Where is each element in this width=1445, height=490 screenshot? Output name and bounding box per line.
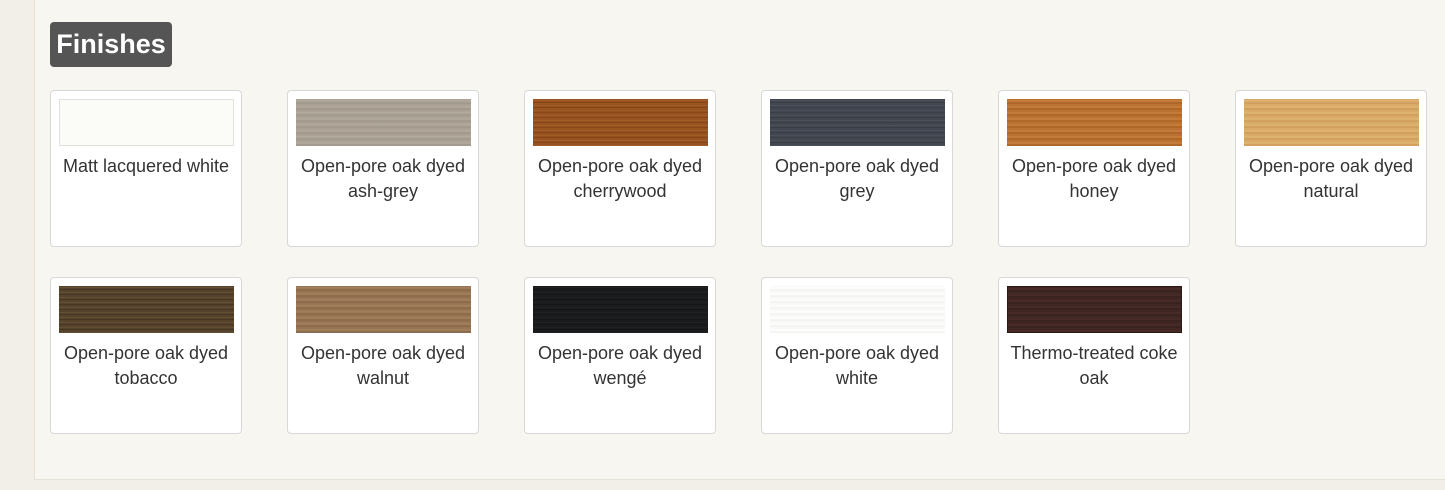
finish-swatch: [1007, 99, 1182, 146]
finish-label: Thermo-treated coke oak: [1010, 343, 1178, 388]
finish-label: Open-pore oak dyed natural: [1248, 156, 1414, 201]
finish-label: Open-pore oak dyed ash-grey: [300, 156, 466, 201]
finish-swatch: [59, 286, 234, 333]
finish-label: Open-pore oak dyed walnut: [300, 343, 466, 388]
finish-card-honey[interactable]: Open-pore oak dyed honey: [998, 90, 1190, 247]
finish-card-ash-grey[interactable]: Open-pore oak dyed ash-grey: [287, 90, 479, 247]
finish-label: Open-pore oak dyed cherrywood: [537, 156, 703, 201]
finish-card-walnut[interactable]: Open-pore oak dyed walnut: [287, 277, 479, 434]
finish-label: Open-pore oak dyed grey: [774, 156, 940, 201]
finish-card-cherrywood[interactable]: Open-pore oak dyed cherrywood: [524, 90, 716, 247]
finish-label: Open-pore oak dyed wengé: [537, 343, 703, 388]
finish-swatch: [770, 99, 945, 146]
finish-card-wenge[interactable]: Open-pore oak dyed wengé: [524, 277, 716, 434]
finishes-grid: Matt lacquered white Open-pore oak dyed …: [50, 90, 1427, 434]
finish-label: Open-pore oak dyed honey: [1011, 156, 1177, 201]
finish-card-matt-lacquered-white[interactable]: Matt lacquered white: [50, 90, 242, 247]
section-title: Finishes: [50, 22, 172, 67]
finish-swatch: [59, 99, 234, 146]
finish-label: Open-pore oak dyed white: [774, 343, 940, 388]
finish-swatch: [533, 286, 708, 333]
finish-label: Open-pore oak dyed tobacco: [63, 343, 229, 388]
finish-swatch: [1244, 99, 1419, 146]
finish-swatch: [296, 99, 471, 146]
finish-label: Matt lacquered white: [62, 156, 230, 176]
finish-swatch: [533, 99, 708, 146]
finish-swatch: [770, 286, 945, 333]
finish-card-natural[interactable]: Open-pore oak dyed natural: [1235, 90, 1427, 247]
finish-card-thermo-treated-coke-oak[interactable]: Thermo-treated coke oak: [998, 277, 1190, 434]
finish-card-grey[interactable]: Open-pore oak dyed grey: [761, 90, 953, 247]
finish-card-white[interactable]: Open-pore oak dyed white: [761, 277, 953, 434]
finish-swatch: [1007, 286, 1182, 333]
finish-swatch: [296, 286, 471, 333]
finish-card-tobacco[interactable]: Open-pore oak dyed tobacco: [50, 277, 242, 434]
